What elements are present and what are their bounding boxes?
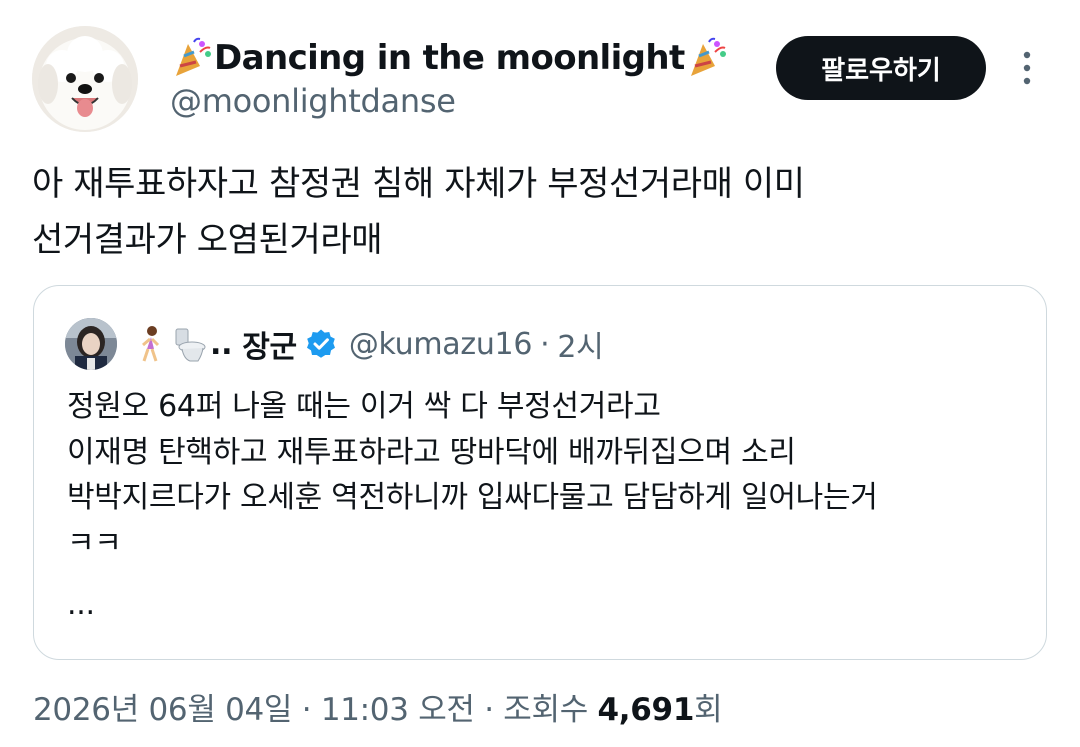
party-popper-icon <box>685 36 729 80</box>
quoted-tweet-card[interactable]: .. 장군 @kumazu16 · 2시 정원오 64퍼 나올 때는 이거 싹 … <box>33 285 1047 660</box>
quoted-line: 정원오 64퍼 나올 때는 이거 싹 다 부정선거라고 <box>67 389 661 424</box>
author-handle[interactable]: @moonlightdanse <box>170 82 456 120</box>
quoted-name-prefix: .. <box>210 326 233 362</box>
tweet-line: 선거결과가 오염된거라매 <box>32 220 383 260</box>
separator-dot: · <box>540 326 550 362</box>
tweet-line: 아 재투표하자고 참정권 침해 자체가 부정선거라매 이미 <box>32 164 805 204</box>
quoted-timestamp: 2시 <box>557 330 604 365</box>
party-popper-icon <box>170 36 214 80</box>
quoted-line: ㅋㅋ <box>67 525 122 561</box>
author-display-name: Dancing in the moonlight <box>214 38 685 78</box>
view-count-suffix: 회 <box>694 692 723 728</box>
quoted-author-avatar <box>65 318 117 370</box>
more-vertical-icon[interactable] <box>1012 50 1042 86</box>
quoted-tweet-text: 정원오 64퍼 나올 때는 이거 싹 다 부정선거라고 이재명 탄핵하고 재투표… <box>67 384 878 628</box>
view-count: 4,691 <box>597 692 695 728</box>
author-display-name-row[interactable]: Dancing in the moonlight <box>170 36 729 80</box>
quoted-line: 이재명 탄핵하고 재투표하라고 땅바닥에 배까뒤집으며 소리 <box>67 434 796 470</box>
author-avatar[interactable] <box>32 26 138 132</box>
quoted-tweet-header: .. 장군 @kumazu16 · 2시 <box>134 322 604 366</box>
quoted-line-ellipsis: ... <box>67 587 95 622</box>
verified-badge-icon <box>305 328 337 360</box>
quoted-line: 박박지르다가 오세훈 역전하니까 입싸다물고 담담하게 일어나는거 <box>67 480 878 515</box>
woman-walking-icon <box>134 325 168 363</box>
quoted-handle: @kumazu16 <box>348 326 533 362</box>
follow-button[interactable]: 팔로우하기 <box>776 36 986 100</box>
tweet-text: 아 재투표하자고 참정권 침해 자체가 부정선거라매 이미 선거결과가 오염된거… <box>32 156 1042 268</box>
quoted-display-name: 장군 <box>242 330 297 365</box>
tweet-metadata: 2026년 06월 04일 · 11:03 오전 · 조회수 4,691회 <box>33 684 723 729</box>
toilet-icon <box>172 325 206 363</box>
tweet-datetime[interactable]: 2026년 06월 04일 · 11:03 오전 · 조회수 <box>33 692 598 728</box>
